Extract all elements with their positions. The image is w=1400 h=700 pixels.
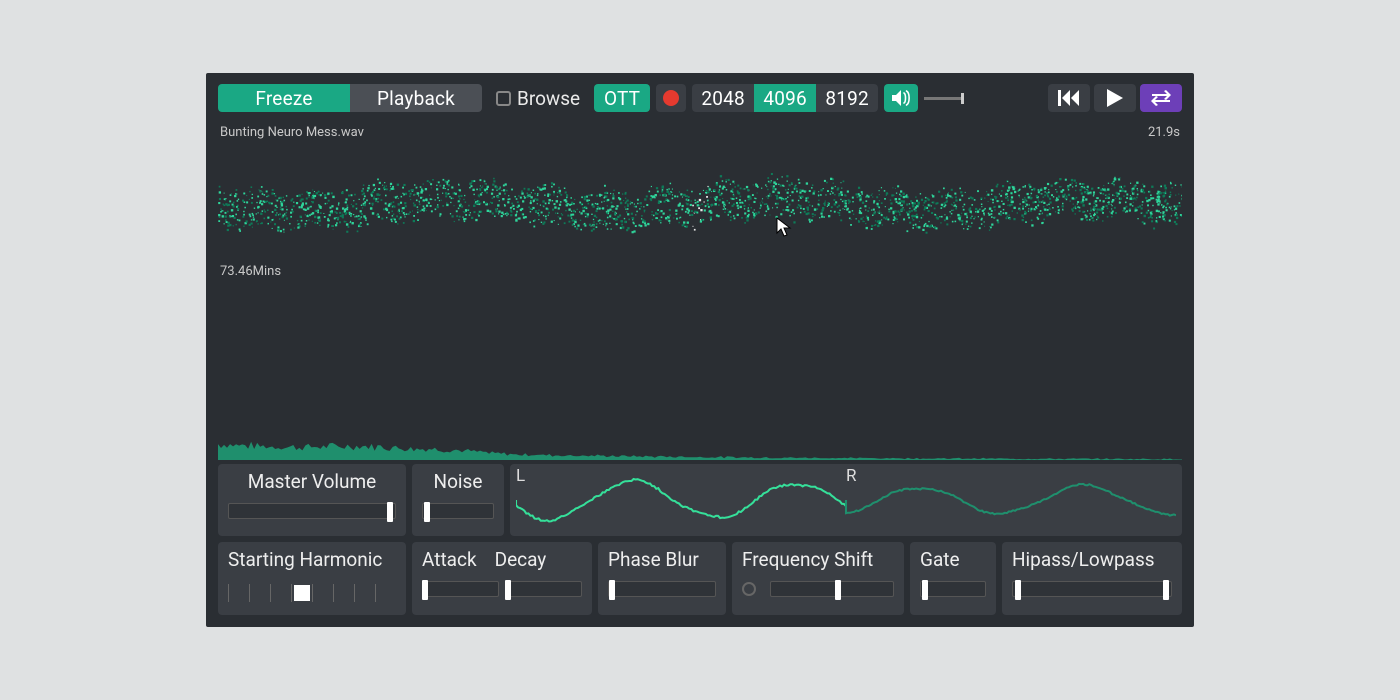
right-channel-label: R (846, 466, 856, 486)
record-button[interactable] (656, 84, 686, 112)
noise-panel: Noise (412, 464, 504, 536)
timeline-length: 73.46Mins (218, 264, 1182, 279)
freeze-button[interactable]: Freeze (218, 84, 350, 112)
spectral-scatter-view[interactable] (218, 150, 1182, 258)
fft-size-group: 2048 4096 8192 (692, 84, 878, 112)
mode-toggle-group: Freeze Playback (218, 84, 482, 112)
playback-button[interactable]: Playback (350, 84, 482, 112)
volume-slider[interactable] (924, 84, 964, 112)
left-channel-label: L (516, 466, 525, 486)
fft-4096-button[interactable]: 4096 (754, 84, 816, 112)
gate-slider[interactable] (920, 581, 986, 597)
starting-harmonic-label: Starting Harmonic (228, 548, 396, 571)
noise-label: Noise (422, 470, 494, 493)
loop-button[interactable] (1140, 84, 1182, 112)
decay-slider[interactable] (505, 581, 582, 597)
master-volume-panel: Master Volume (218, 464, 406, 536)
phase-blur-label: Phase Blur (608, 548, 716, 571)
attack-label: Attack (422, 548, 477, 571)
frequency-shift-label: Frequency Shift (742, 548, 894, 571)
timeline-empty-area[interactable] (218, 279, 1182, 430)
phase-blur-panel: Phase Blur (598, 542, 726, 615)
attack-slider[interactable] (422, 581, 499, 597)
play-icon (1107, 89, 1123, 107)
volume-button[interactable] (884, 84, 918, 112)
record-icon (663, 90, 679, 106)
checkbox-icon (496, 91, 511, 106)
gate-panel: Gate (910, 542, 996, 615)
starting-harmonic-stepper[interactable] (228, 581, 396, 605)
starting-harmonic-panel: Starting Harmonic (218, 542, 406, 615)
browse-label: Browse (517, 87, 580, 110)
noise-slider[interactable] (422, 503, 494, 519)
stereo-waveform-monitor: L R (510, 464, 1182, 536)
file-meta-row: Bunting Neuro Mess.wav 21.9s (218, 125, 1182, 140)
file-duration: 21.9s (1148, 125, 1180, 140)
play-button[interactable] (1094, 84, 1136, 112)
audio-app: Freeze Playback Browse OTT 2048 4096 819… (206, 73, 1194, 627)
speaker-icon (891, 89, 911, 107)
skip-back-icon (1058, 90, 1080, 106)
master-volume-slider[interactable] (228, 503, 396, 519)
ott-button[interactable]: OTT (594, 84, 650, 112)
loop-icon (1148, 90, 1174, 106)
overview-waveform[interactable] (218, 430, 1182, 460)
param-row: Starting Harmonic Attack Decay Phase Blu… (218, 542, 1182, 615)
skip-back-button[interactable] (1048, 84, 1090, 112)
attack-decay-panel: Attack Decay (412, 542, 592, 615)
mid-panel-row: Master Volume Noise L R (218, 464, 1182, 536)
browse-toggle[interactable]: Browse (488, 84, 588, 112)
knob-icon[interactable] (742, 582, 756, 596)
master-volume-label: Master Volume (228, 470, 396, 493)
hipass-lowpass-slider[interactable] (1012, 581, 1172, 597)
frequency-shift-slider[interactable] (770, 581, 894, 597)
hipass-lowpass-panel: Hipass/Lowpass (1002, 542, 1182, 615)
frequency-shift-panel: Frequency Shift (732, 542, 904, 615)
hipass-lowpass-label: Hipass/Lowpass (1012, 548, 1172, 571)
decay-label: Decay (495, 548, 547, 571)
fft-2048-button[interactable]: 2048 (692, 84, 754, 112)
fft-8192-button[interactable]: 8192 (816, 84, 878, 112)
toolbar: Freeze Playback Browse OTT 2048 4096 819… (218, 83, 1182, 113)
file-name: Bunting Neuro Mess.wav (220, 125, 364, 140)
gate-label: Gate (920, 548, 986, 571)
transport-controls (1048, 84, 1182, 112)
phase-blur-slider[interactable] (608, 581, 716, 597)
